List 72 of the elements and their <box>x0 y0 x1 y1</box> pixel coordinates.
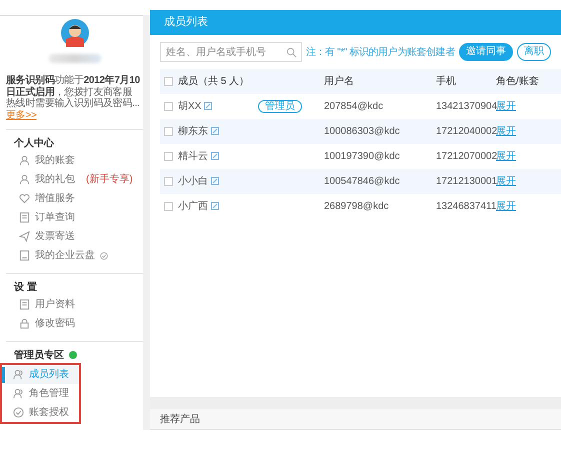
expand-link[interactable]: 展开 <box>496 176 516 187</box>
member-name: 柳东东 <box>178 126 208 137</box>
column-header: 成员（共 5 人） <box>178 76 250 87</box>
member-name: 胡XX <box>178 101 202 112</box>
table-cell: 100086303@kdc <box>324 126 400 137</box>
table-cell: 17212040002 <box>436 126 498 137</box>
table-cell: 100197390@kdc <box>324 151 400 162</box>
checkbox[interactable] <box>164 177 173 186</box>
lock-icon <box>19 318 30 329</box>
table-cell: 17212130001 <box>436 176 498 187</box>
edit-icon[interactable] <box>211 127 219 136</box>
avatar-icon <box>60 19 88 47</box>
edit-icon[interactable] <box>211 202 219 210</box>
sidebar-item[interactable]: 增值服务 <box>6 189 143 208</box>
check-circle-icon <box>13 407 24 418</box>
expand-link[interactable]: 展开 <box>496 126 516 137</box>
checkbox[interactable] <box>164 102 173 111</box>
column-header: 用户名 <box>324 76 354 87</box>
document-icon <box>19 299 30 310</box>
edit-icon[interactable] <box>211 152 219 160</box>
action-button[interactable]: 邀请同事 <box>458 43 513 61</box>
blurred-username <box>48 54 100 63</box>
table-cell: 13246837411 <box>436 201 496 212</box>
note-text: 注：有 "*" 标识的用户为账套创建者 <box>306 46 455 60</box>
checkbox[interactable] <box>164 202 173 211</box>
action-button[interactable]: 离职 <box>516 43 551 61</box>
member-name: 小广西 <box>178 201 208 212</box>
section-title: 设 置 <box>14 280 37 294</box>
paper-plane-icon <box>19 231 30 242</box>
checkbox[interactable] <box>164 127 173 136</box>
notice-text: 服务识别码功能于2012年7月10日正式启用，您拨打友商客服热线时需要输入识别码及密码... 更多>> <box>6 75 141 121</box>
users-icon <box>13 369 24 380</box>
expand-link[interactable]: 展开 <box>496 151 516 162</box>
table-cell: 100547846@kdc <box>324 176 400 187</box>
sidebar-item[interactable]: 我的企业云盘 <box>6 246 143 265</box>
sidebar-item[interactable]: 订单查询 <box>6 208 143 227</box>
panel-title: 推荐产品 <box>160 412 200 426</box>
users-icon <box>13 388 24 399</box>
section-title: 管理员专区 <box>14 348 64 362</box>
table-cell: 13421370904 <box>436 101 498 112</box>
heart-icon <box>19 193 30 204</box>
sidebar-item[interactable]: 发票寄送 <box>6 227 143 246</box>
edit-icon[interactable] <box>211 177 219 186</box>
sidebar-item[interactable]: 角色管理 <box>6 384 79 403</box>
sidebar-item[interactable]: 修改密码 <box>6 314 143 333</box>
sidebar-item[interactable]: 我的账套 <box>6 151 143 170</box>
role-tag: 管理员 <box>258 100 302 113</box>
table-cell: 2689798@kdc <box>324 201 389 212</box>
sidebar-item[interactable]: 我的礼包 (新手专享) <box>6 170 143 189</box>
expand-link[interactable]: 展开 <box>496 101 516 112</box>
member-name: 精斗云 <box>178 151 208 162</box>
document-icon <box>19 212 30 223</box>
column-header: 角色/账套 <box>496 76 539 87</box>
checkbox[interactable] <box>164 152 173 161</box>
checkbox[interactable] <box>164 77 173 86</box>
search-field[interactable]: 姓名、用户名或手机号 <box>160 42 302 62</box>
promo-tag: (新手专享) <box>86 172 133 187</box>
search-icon[interactable] <box>286 46 297 58</box>
status-dot <box>69 351 77 359</box>
sidebar-item[interactable]: 用户资料 <box>6 295 143 314</box>
sidebar-item[interactable]: 账套授权 <box>6 403 79 422</box>
table-cell: 207854@kdc <box>324 101 384 112</box>
panel-title: 成员列表 <box>164 15 208 30</box>
user-icon <box>19 174 30 185</box>
edit-icon[interactable] <box>204 102 212 110</box>
user-icon <box>19 155 30 166</box>
column-header: 手机 <box>436 76 456 87</box>
expand-link[interactable]: 展开 <box>496 201 516 212</box>
member-name: 小小白 <box>178 176 208 187</box>
more-link[interactable]: 更多>> <box>6 110 36 120</box>
section-title: 个人中心 <box>14 136 54 150</box>
table-cell: 17212070002 <box>436 151 498 162</box>
